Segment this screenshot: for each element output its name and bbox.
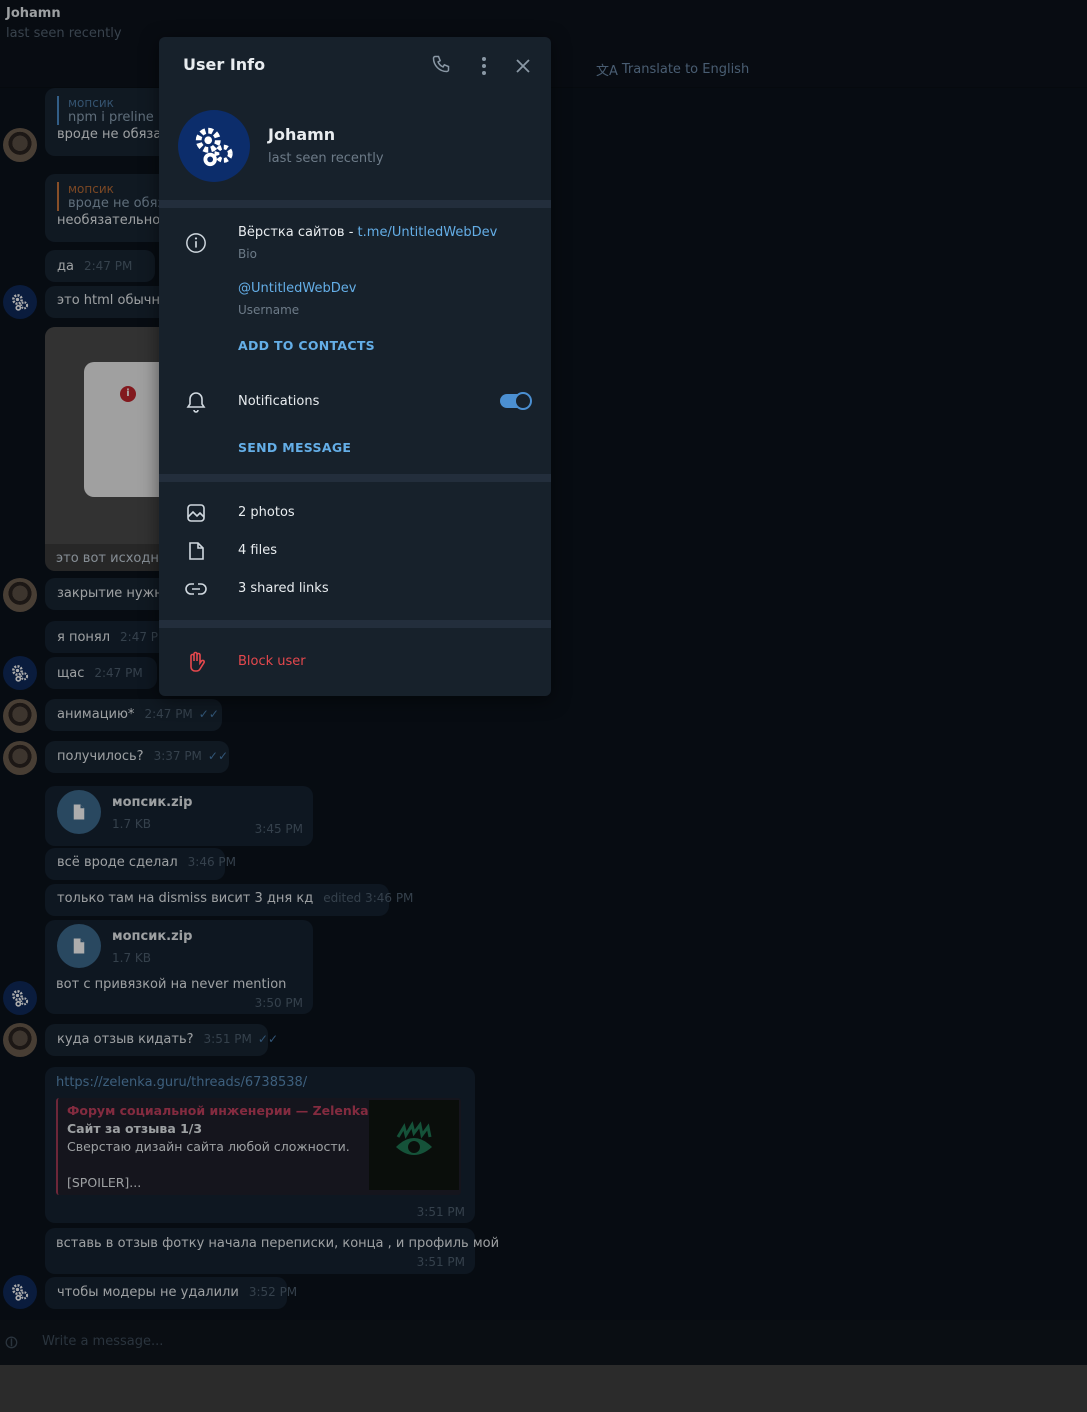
close-button[interactable] [511, 54, 535, 78]
divider [159, 200, 551, 208]
divider [159, 620, 551, 628]
link-icon [183, 576, 209, 602]
divider [159, 474, 551, 482]
profile-avatar[interactable] [178, 110, 250, 182]
bio-link[interactable]: t.me/UntitledWebDev [358, 225, 498, 240]
username-value[interactable]: @UntitledWebDev [238, 281, 356, 296]
bio-value: Вёрстка сайтов - t.me/UntitledWebDev [238, 225, 497, 240]
profile-name: Johamn [268, 125, 336, 144]
profile-status: last seen recently [268, 151, 384, 166]
send-message-button[interactable]: SEND MESSAGE [238, 440, 351, 455]
notifications-toggle[interactable] [500, 392, 532, 410]
more-vertical-icon [482, 57, 486, 75]
call-button[interactable] [431, 54, 455, 78]
telegram-window: Johamn last seen recently 文A Translate t… [0, 0, 1087, 1365]
panel-title: User Info [183, 55, 266, 74]
phone-icon [432, 55, 450, 73]
shared-files-item[interactable]: 4 files [238, 543, 277, 558]
shared-photos-item[interactable]: 2 photos [238, 505, 295, 520]
add-to-contacts-button[interactable]: ADD TO CONTACTS [238, 338, 375, 353]
shared-links-item[interactable]: 3 shared links [238, 581, 329, 596]
bell-icon [183, 389, 209, 415]
bio-label: Bio [238, 247, 257, 261]
file-icon [183, 538, 209, 564]
bio-text: Вёрстка сайтов - [238, 225, 358, 240]
notifications-label: Notifications [238, 394, 320, 409]
user-info-panel: User Info Johamn last seen recently Вёрс… [159, 37, 551, 696]
more-button[interactable] [472, 54, 496, 78]
info-icon [183, 230, 209, 256]
close-icon [516, 59, 530, 73]
block-user-button[interactable]: Block user [238, 654, 306, 669]
username-label: Username [238, 303, 300, 317]
gears-icon [195, 127, 233, 167]
hand-stop-icon [183, 649, 209, 675]
toggle-knob [514, 392, 532, 410]
photo-icon [183, 500, 209, 526]
